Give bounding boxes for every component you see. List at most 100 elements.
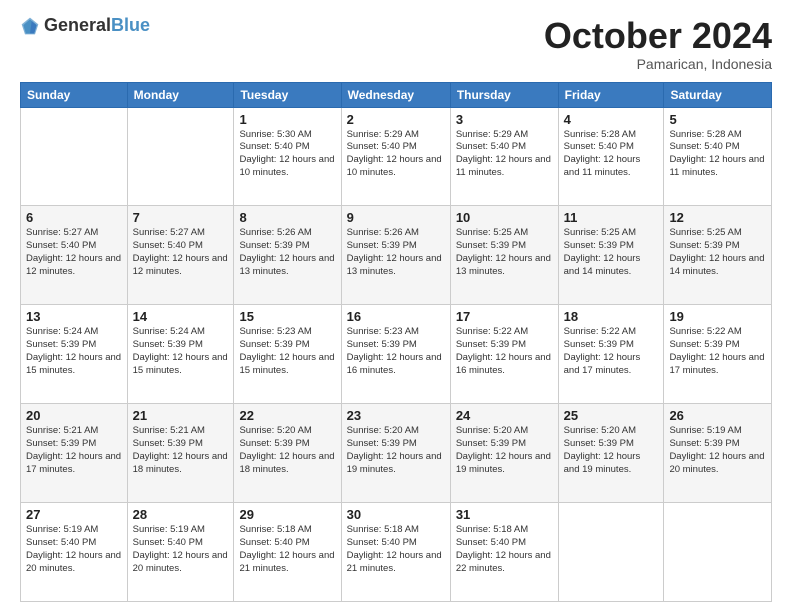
logo-icon <box>20 16 40 36</box>
table-row: 4Sunrise: 5:28 AM Sunset: 5:40 PM Daylig… <box>558 107 664 206</box>
day-info: Sunrise: 5:26 AM Sunset: 5:39 PM Dayligh… <box>347 227 445 278</box>
day-info: Sunrise: 5:23 AM Sunset: 5:39 PM Dayligh… <box>239 326 335 377</box>
calendar-table: Sunday Monday Tuesday Wednesday Thursday… <box>20 82 772 602</box>
table-row: 26Sunrise: 5:19 AM Sunset: 5:39 PM Dayli… <box>664 404 772 503</box>
table-row <box>664 503 772 602</box>
day-number: 26 <box>669 408 766 423</box>
table-row: 30Sunrise: 5:18 AM Sunset: 5:40 PM Dayli… <box>341 503 450 602</box>
table-row: 24 Sunrise: 5:20 AM Sunset: 5:39 PM Dayli… <box>450 404 558 503</box>
day-number: 4 <box>564 112 659 127</box>
logo-text: GeneralBlue <box>44 16 150 36</box>
table-row: 13 Sunrise: 5:24 AM Sunset: 5:39 PM Dayli… <box>21 305 128 404</box>
day-number: 3 <box>456 112 553 127</box>
table-row: 15 Sunrise: 5:23 AM Sunset: 5:39 PM Dayli… <box>234 305 341 404</box>
day-number: 22 <box>239 408 335 423</box>
day-info: Sunrise: 5:23 AM Sunset: 5:39 PM Dayligh… <box>347 326 445 377</box>
col-saturday: Saturday <box>664 82 772 107</box>
day-number: 16 <box>347 309 445 324</box>
day-number: 11 <box>564 210 659 225</box>
day-number: 24 <box>456 408 553 423</box>
calendar-week-row: 13 Sunrise: 5:24 AM Sunset: 5:39 PM Dayli… <box>21 305 772 404</box>
day-number: 5 <box>669 112 766 127</box>
col-wednesday: Wednesday <box>341 82 450 107</box>
calendar-week-row: 20 Sunrise: 5:21 AM Sunset: 5:39 PM Dayli… <box>21 404 772 503</box>
day-info: Sunrise: 5:22 AM Sunset: 5:39 PM Dayligh… <box>669 326 766 377</box>
day-info: Sunrise: 5:21 AM Sunset: 5:39 PM Dayligh… <box>26 425 122 476</box>
day-info: Sunrise: 5:29 AM Sunset: 5:40 PM Dayligh… <box>347 129 445 180</box>
day-info: Sunrise: 5:22 AM Sunset: 5:39 PM Dayligh… <box>564 326 659 377</box>
day-info: Sunrise: 5:18 AM Sunset: 5:40 PM Dayligh… <box>239 524 335 575</box>
day-number: 10 <box>456 210 553 225</box>
day-number: 15 <box>239 309 335 324</box>
table-row: 19 Sunrise: 5:22 AM Sunset: 5:39 PM Dayli… <box>664 305 772 404</box>
day-number: 2 <box>347 112 445 127</box>
day-info: Sunrise: 5:20 AM Sunset: 5:39 PM Dayligh… <box>564 425 659 476</box>
day-number: 19 <box>669 309 766 324</box>
day-number: 13 <box>26 309 122 324</box>
table-row: 10 Sunrise: 5:25 AM Sunset: 5:39 PM Dayli… <box>450 206 558 305</box>
day-number: 7 <box>133 210 229 225</box>
col-sunday: Sunday <box>21 82 128 107</box>
table-row: 17Sunrise: 5:22 AM Sunset: 5:39 PM Dayli… <box>450 305 558 404</box>
day-info: Sunrise: 5:25 AM Sunset: 5:39 PM Dayligh… <box>456 227 553 278</box>
day-number: 30 <box>347 507 445 522</box>
day-info: Sunrise: 5:20 AM Sunset: 5:39 PM Dayligh… <box>456 425 553 476</box>
day-info: Sunrise: 5:24 AM Sunset: 5:39 PM Dayligh… <box>26 326 122 377</box>
table-row: 9Sunrise: 5:26 AM Sunset: 5:39 PM Daylig… <box>341 206 450 305</box>
table-row: 6 Sunrise: 5:27 AM Sunset: 5:40 PM Daylig… <box>21 206 128 305</box>
day-info: Sunrise: 5:20 AM Sunset: 5:39 PM Dayligh… <box>239 425 335 476</box>
day-info: Sunrise: 5:30 AM Sunset: 5:40 PM Dayligh… <box>239 129 335 180</box>
day-info: Sunrise: 5:25 AM Sunset: 5:39 PM Dayligh… <box>564 227 659 278</box>
calendar-header: GeneralBlue October 2024 Pamarican, Indo… <box>20 16 772 72</box>
table-row: 23Sunrise: 5:20 AM Sunset: 5:39 PM Dayli… <box>341 404 450 503</box>
day-number: 6 <box>26 210 122 225</box>
day-number: 20 <box>26 408 122 423</box>
day-number: 14 <box>133 309 229 324</box>
calendar-week-row: 6 Sunrise: 5:27 AM Sunset: 5:40 PM Daylig… <box>21 206 772 305</box>
day-number: 23 <box>347 408 445 423</box>
day-number: 21 <box>133 408 229 423</box>
day-info: Sunrise: 5:29 AM Sunset: 5:40 PM Dayligh… <box>456 129 553 180</box>
table-row: 18Sunrise: 5:22 AM Sunset: 5:39 PM Dayli… <box>558 305 664 404</box>
table-row: 25 Sunrise: 5:20 AM Sunset: 5:39 PM Dayli… <box>558 404 664 503</box>
month-title: October 2024 <box>544 16 772 56</box>
table-row: 29Sunrise: 5:18 AM Sunset: 5:40 PM Dayli… <box>234 503 341 602</box>
day-number: 1 <box>239 112 335 127</box>
col-friday: Friday <box>558 82 664 107</box>
table-row: 16 Sunrise: 5:23 AM Sunset: 5:39 PM Dayli… <box>341 305 450 404</box>
table-row: 31 Sunrise: 5:18 AM Sunset: 5:40 PM Dayli… <box>450 503 558 602</box>
day-number: 31 <box>456 507 553 522</box>
calendar-week-row: 27Sunrise: 5:19 AM Sunset: 5:40 PM Dayli… <box>21 503 772 602</box>
table-row: 28 Sunrise: 5:19 AM Sunset: 5:40 PM Dayli… <box>127 503 234 602</box>
col-monday: Monday <box>127 82 234 107</box>
day-number: 17 <box>456 309 553 324</box>
logo: GeneralBlue <box>20 16 150 36</box>
day-info: Sunrise: 5:28 AM Sunset: 5:40 PM Dayligh… <box>669 129 766 180</box>
col-thursday: Thursday <box>450 82 558 107</box>
table-row: 11 Sunrise: 5:25 AM Sunset: 5:39 PM Dayli… <box>558 206 664 305</box>
day-info: Sunrise: 5:19 AM Sunset: 5:40 PM Dayligh… <box>133 524 229 575</box>
day-number: 8 <box>239 210 335 225</box>
calendar-week-row: 1 Sunrise: 5:30 AM Sunset: 5:40 PM Daylig… <box>21 107 772 206</box>
logo-general: General <box>44 15 111 35</box>
day-number: 25 <box>564 408 659 423</box>
calendar-header-row: Sunday Monday Tuesday Wednesday Thursday… <box>21 82 772 107</box>
location-title: Pamarican, Indonesia <box>544 56 772 72</box>
day-number: 28 <box>133 507 229 522</box>
table-row: 27Sunrise: 5:19 AM Sunset: 5:40 PM Dayli… <box>21 503 128 602</box>
table-row: 14Sunrise: 5:24 AM Sunset: 5:39 PM Dayli… <box>127 305 234 404</box>
day-info: Sunrise: 5:18 AM Sunset: 5:40 PM Dayligh… <box>456 524 553 575</box>
table-row: 2 Sunrise: 5:29 AM Sunset: 5:40 PM Daylig… <box>341 107 450 206</box>
day-info: Sunrise: 5:26 AM Sunset: 5:39 PM Dayligh… <box>239 227 335 278</box>
table-row: 8 Sunrise: 5:26 AM Sunset: 5:39 PM Daylig… <box>234 206 341 305</box>
table-row <box>21 107 128 206</box>
table-row: 1 Sunrise: 5:30 AM Sunset: 5:40 PM Daylig… <box>234 107 341 206</box>
day-number: 12 <box>669 210 766 225</box>
day-info: Sunrise: 5:27 AM Sunset: 5:40 PM Dayligh… <box>133 227 229 278</box>
day-info: Sunrise: 5:27 AM Sunset: 5:40 PM Dayligh… <box>26 227 122 278</box>
logo-blue: Blue <box>111 15 150 35</box>
col-tuesday: Tuesday <box>234 82 341 107</box>
table-row <box>558 503 664 602</box>
table-row: 12Sunrise: 5:25 AM Sunset: 5:39 PM Dayli… <box>664 206 772 305</box>
day-info: Sunrise: 5:21 AM Sunset: 5:39 PM Dayligh… <box>133 425 229 476</box>
